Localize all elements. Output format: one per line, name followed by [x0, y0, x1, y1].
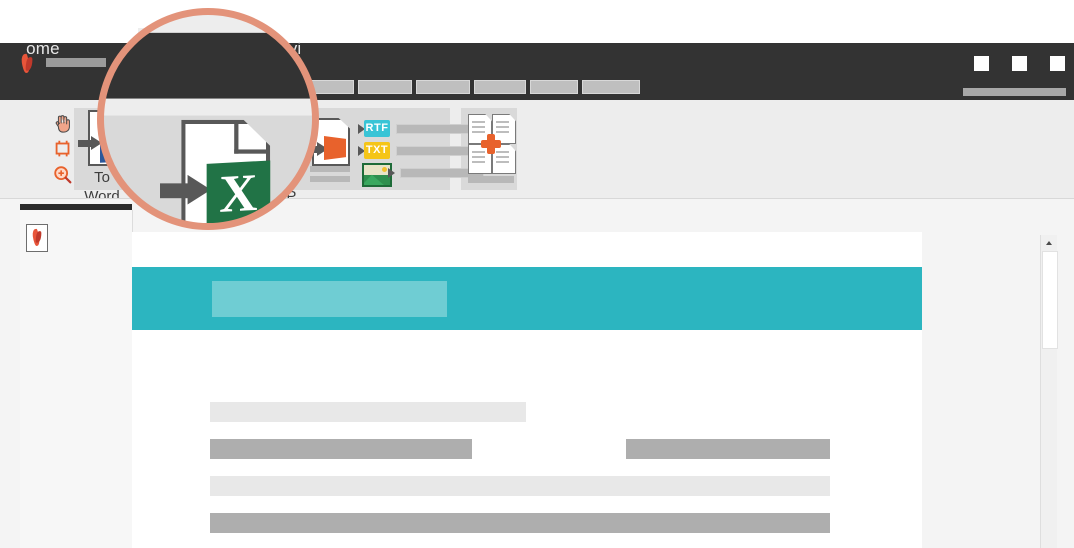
document-icon: X [159, 119, 271, 225]
convert-to-rtf-row[interactable]: RTF [358, 120, 470, 140]
app-window: WToWordXToExcel PToPower P RTF TXT ome Conve… [0, 0, 1074, 548]
thumbnail-pane [20, 210, 133, 548]
orange-plus-icon [481, 134, 501, 154]
text-placeholder-bar [210, 439, 472, 459]
quick-access-chip[interactable] [582, 80, 640, 94]
quick-access-chip[interactable] [530, 80, 578, 94]
format-badge: X [206, 160, 271, 225]
text-placeholder-bar [210, 402, 526, 422]
format-label-placeholder [396, 124, 470, 134]
text-placeholder-bar [626, 439, 830, 459]
magnified-layer: WToWordXToExcelPToPower PRTFTXTomeConver… [102, 13, 314, 225]
quick-access-chip[interactable] [474, 80, 526, 94]
format-label-placeholder [396, 146, 470, 156]
combine-files-button[interactable] [468, 114, 516, 184]
convert-to-txt-row[interactable]: TXT [358, 142, 470, 162]
text-placeholder-bar [210, 476, 830, 496]
tab-convert[interactable]: Convert [113, 13, 314, 33]
magnifier-content: WToWordXToExcelPToPower PRTFTXTomeConver… [102, 13, 314, 225]
to-word-button[interactable]: WToWord [102, 120, 122, 225]
banner-title-placeholder [212, 281, 447, 317]
maximize-button[interactable] [1012, 56, 1027, 71]
tab-label: ome [26, 39, 60, 58]
convert-to-image-row[interactable] [358, 163, 484, 187]
scrollbar-thumb[interactable] [1042, 251, 1058, 349]
close-button[interactable] [1050, 56, 1065, 71]
document-page[interactable] [132, 232, 922, 548]
document-banner [132, 267, 922, 330]
document-viewport [0, 198, 1074, 548]
quick-access-chip[interactable] [358, 80, 412, 94]
magnified-ui-copy: WToWordXToExcelPToPower PRTFTXTomeConver… [102, 13, 314, 225]
format-icon: TXT [364, 142, 390, 159]
text-placeholder-bar [210, 513, 830, 533]
format-icon: RTF [364, 120, 390, 137]
quick-access-chip[interactable] [416, 80, 470, 94]
to-powerpoint-button[interactable]: PToPower P [304, 120, 314, 225]
minimize-button[interactable] [974, 56, 989, 71]
scroll-up-arrow-icon[interactable] [1041, 235, 1057, 250]
page-thumbnail[interactable] [26, 224, 48, 252]
to-excel-button[interactable]: XToExcel [126, 119, 296, 225]
vertical-scrollbar[interactable] [1040, 235, 1058, 548]
title-bar-secondary-placeholder [963, 88, 1066, 96]
magnifier-lens: WToWordXToExcelPToPower PRTFTXTomeConver… [97, 8, 319, 230]
